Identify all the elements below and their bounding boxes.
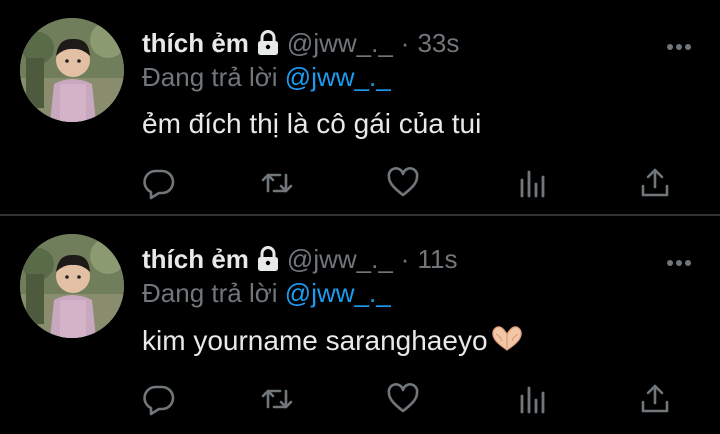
heart-icon[interactable] <box>386 166 420 200</box>
action-bar <box>142 166 682 202</box>
views-icon[interactable] <box>516 166 550 200</box>
views-icon[interactable] <box>516 382 550 416</box>
lock-icon <box>257 246 279 272</box>
tweet-text: ẻm đích thị là cô gái của tui <box>142 108 482 139</box>
retweet-icon[interactable] <box>260 382 294 416</box>
lock-icon <box>257 30 279 56</box>
replying-to: Đang trả lời @jww_._ <box>142 62 391 93</box>
tweet-header: thích ẻm @jww_._ · 33s <box>142 26 459 60</box>
heart-icon[interactable] <box>386 382 420 416</box>
mention-link[interactable]: @jww_._ <box>285 62 391 92</box>
reply-icon[interactable] <box>142 382 176 416</box>
tweet-text-content: kim yourname saranghaeyo <box>142 325 488 356</box>
replying-prefix: Đang trả lời <box>142 62 278 92</box>
more-icon[interactable] <box>666 38 692 50</box>
display-name[interactable]: thích ẻm <box>142 28 249 59</box>
action-bar <box>142 382 682 418</box>
tweet-header: thích ẻm @jww_._ · 11s <box>142 242 457 276</box>
separator-dot: · <box>400 27 410 58</box>
replying-prefix: Đang trả lời <box>142 278 278 308</box>
more-icon[interactable] <box>666 254 692 266</box>
retweet-icon[interactable] <box>260 166 294 200</box>
reply-icon[interactable] <box>142 166 176 200</box>
timestamp[interactable]: 11s <box>417 244 457 275</box>
user-handle[interactable]: @jww_._ <box>287 244 393 275</box>
tweet[interactable]: thích ẻm @jww_._ · 11s Đang trả lời @jww… <box>0 216 720 434</box>
tweet[interactable]: thích ẻm @jww_._ · 33s Đang trả lời @jww… <box>0 0 720 214</box>
tweet-text: kim yourname saranghaeyo <box>142 324 524 359</box>
separator-dot: · <box>400 243 410 274</box>
avatar[interactable] <box>20 18 124 122</box>
heart-hands-icon <box>490 324 524 359</box>
timestamp[interactable]: 33s <box>417 28 459 59</box>
replying-to: Đang trả lời @jww_._ <box>142 278 391 309</box>
share-icon[interactable] <box>638 166 672 200</box>
share-icon[interactable] <box>638 382 672 416</box>
user-handle[interactable]: @jww_._ <box>287 28 393 59</box>
mention-link[interactable]: @jww_._ <box>285 278 391 308</box>
display-name[interactable]: thích ẻm <box>142 244 249 275</box>
avatar[interactable] <box>20 234 124 338</box>
